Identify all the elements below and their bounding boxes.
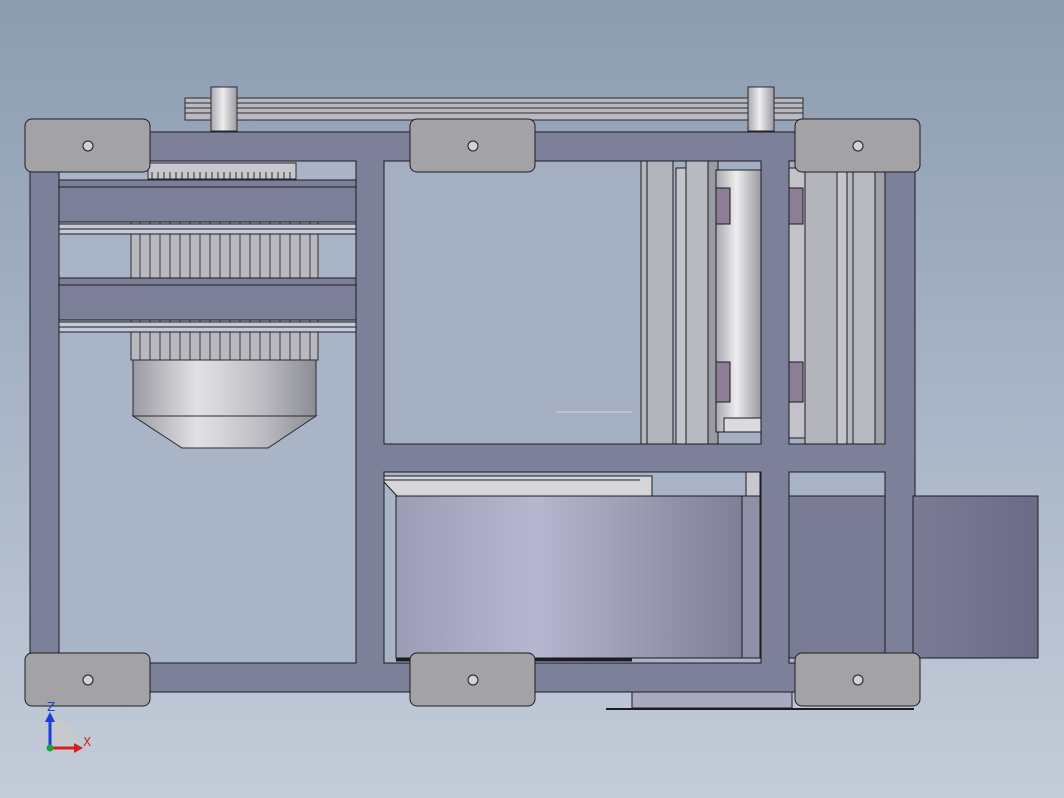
model-view[interactable]: Z X	[0, 0, 1064, 798]
graphics-viewport[interactable]: Z X	[0, 0, 1064, 798]
y-axis-dot	[46, 744, 54, 752]
x-axis-label: X	[83, 735, 91, 749]
coordinate-triad[interactable]: Z X	[45, 700, 91, 753]
z-axis-label: Z	[47, 700, 55, 714]
